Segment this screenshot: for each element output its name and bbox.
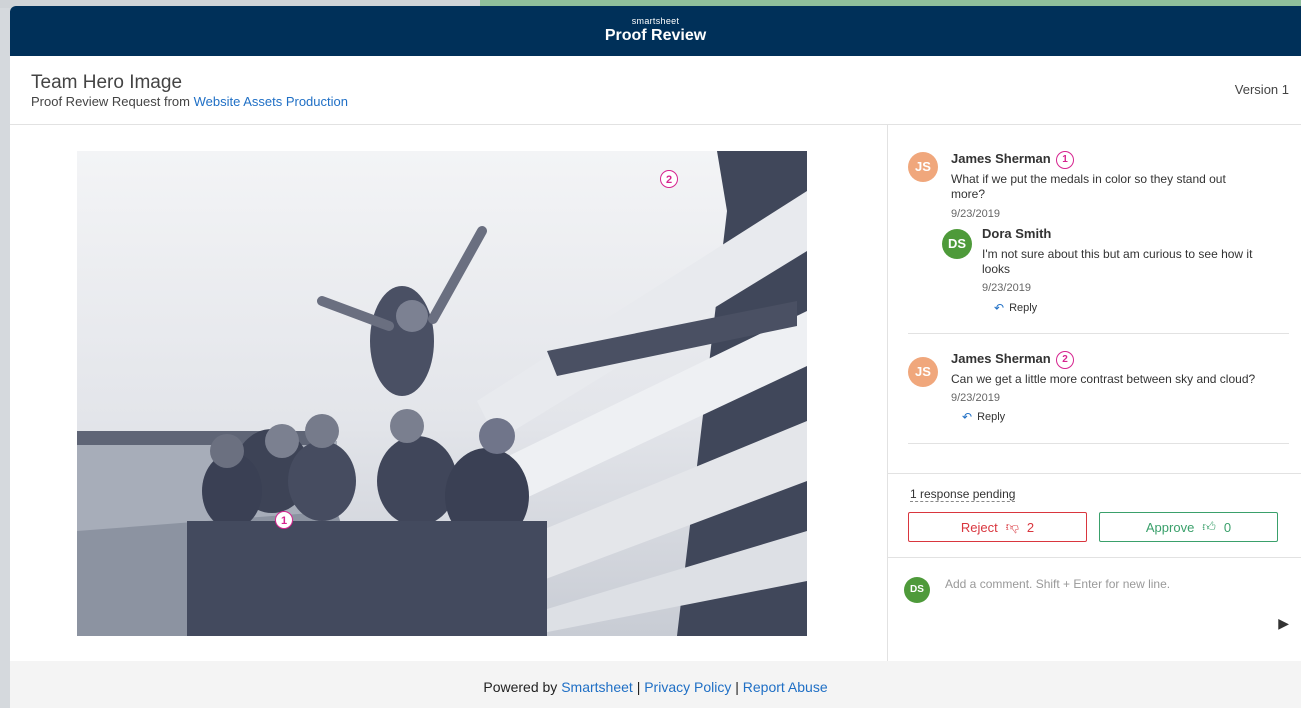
avatar: DS <box>904 577 930 603</box>
pending-responses[interactable]: 1 response pending <box>910 487 1016 502</box>
app-title: Proof Review <box>604 27 707 44</box>
reply-arrow-icon: ↶ <box>994 301 1005 315</box>
reject-label: Reject <box>960 519 998 535</box>
approve-label: Approve <box>1145 519 1195 535</box>
thumbs-up-icon: 👍︎ <box>1202 519 1216 534</box>
annotation-pin-2[interactable]: 2 <box>660 170 678 188</box>
avatar: JS <box>908 152 938 182</box>
proof-viewer: 1 2 <box>10 125 888 661</box>
proof-review-window: smartsheet Proof Review Team Hero Image … <box>10 6 1301 708</box>
reply-button[interactable]: ↶ Reply <box>994 301 1037 315</box>
avatar: DS <box>942 229 972 259</box>
version-label: Version 1 <box>1234 82 1289 97</box>
comment-composer: DS Add a comment. Shift + Enter for new … <box>888 557 1301 661</box>
reply-label: Reply <box>1009 302 1038 314</box>
thumbs-down-icon: 👎︎ <box>1005 519 1019 534</box>
footer-separator: | <box>735 679 739 695</box>
comment-thread: JS James Sherman 2 Can we get a little m… <box>908 334 1289 444</box>
brand-logo: smartsheet <box>631 16 680 26</box>
footer: Powered by Smartsheet | Privacy Policy |… <box>10 661 1301 708</box>
main-area: 1 2 JS James Sherman 1 What if we put th… <box>10 125 1301 661</box>
reply-label: Reply <box>977 411 1006 423</box>
topbar: smartsheet Proof Review <box>10 6 1301 56</box>
reject-button[interactable]: Reject 👎︎ 2 <box>908 512 1087 542</box>
request-line: Proof Review Request from Website Assets… <box>31 94 348 109</box>
proof-photo-illustration <box>77 151 807 636</box>
reply-author: Dora Smith <box>982 226 1052 241</box>
comment-author: James Sherman <box>951 351 1051 366</box>
reply-button[interactable]: ↶ Reply <box>962 410 1005 424</box>
reply-arrow-icon: ↶ <box>962 410 973 424</box>
comment-text: What if we put the medals in color so th… <box>951 172 1226 201</box>
comment-list: JS James Sherman 1 What if we put the me… <box>888 125 1301 473</box>
comment-author: James Sherman <box>951 151 1051 166</box>
comment-input[interactable]: Add a comment. Shift + Enter for new lin… <box>945 577 1170 591</box>
send-icon[interactable]: ▶ <box>1278 615 1289 632</box>
report-abuse-link[interactable]: Report Abuse <box>743 679 828 695</box>
comment-pin-badge[interactable]: 1 <box>1056 151 1074 169</box>
reply-text: I'm not sure about this but am curious t… <box>982 247 1253 276</box>
decision-section: 1 response pending Reject 👎︎ 2 Approve 👍… <box>888 473 1301 558</box>
smartsheet-link[interactable]: Smartsheet <box>561 679 633 695</box>
comment-pin-badge[interactable]: 2 <box>1056 351 1074 369</box>
request-prefix: Proof Review Request from <box>31 94 190 109</box>
comments-panel: JS James Sherman 1 What if we put the me… <box>888 125 1301 661</box>
comment-thread: JS James Sherman 1 What if we put the me… <box>908 125 1289 334</box>
request-source-link[interactable]: Website Assets Production <box>194 94 348 109</box>
powered-by-label: Powered by <box>483 679 558 695</box>
privacy-policy-link[interactable]: Privacy Policy <box>644 679 731 695</box>
annotation-pin-1[interactable]: 1 <box>275 511 293 529</box>
comment-date: 9/23/2019 <box>951 208 1000 220</box>
approve-count: 0 <box>1223 519 1232 535</box>
comment-text: Can we get a little more contrast betwee… <box>951 372 1256 386</box>
proof-image[interactable]: 1 2 <box>77 151 807 636</box>
avatar: JS <box>908 357 938 387</box>
reject-count: 2 <box>1026 519 1035 535</box>
approve-button[interactable]: Approve 👍︎ 0 <box>1099 512 1278 542</box>
footer-separator: | <box>636 679 641 695</box>
proof-header: Team Hero Image Proof Review Request fro… <box>10 56 1301 125</box>
proof-title: Team Hero Image <box>31 72 183 93</box>
comment-date: 9/23/2019 <box>951 392 1000 404</box>
reply-date: 9/23/2019 <box>982 282 1031 294</box>
